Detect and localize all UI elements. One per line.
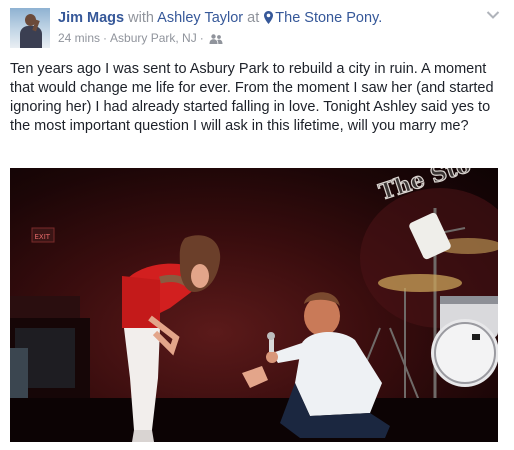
with-text: with <box>128 10 154 26</box>
author-avatar[interactable] <box>10 8 50 48</box>
post-header: Jim Mags with Ashley Taylor at The Stone… <box>10 8 504 52</box>
feed-post: Jim Mags with Ashley Taylor at The Stone… <box>0 0 514 450</box>
friends-icon[interactable] <box>209 34 223 44</box>
exit-sign: EXIT <box>31 227 55 243</box>
author-name-link[interactable]: Jim Mags <box>58 10 124 26</box>
at-text: at <box>247 10 260 26</box>
location-link[interactable]: The Stone Pony. <box>275 10 382 26</box>
post-headline: Jim Mags with Ashley Taylor at The Stone… <box>58 9 382 27</box>
meta-separator: · <box>199 31 204 45</box>
exit-sign-text: EXIT <box>35 233 51 241</box>
meta-separator: · <box>103 31 108 45</box>
proposal-photo[interactable]: The Sto EXIT <box>10 168 498 442</box>
location-pin-icon <box>264 11 274 24</box>
stage-equipment <box>10 296 90 398</box>
place-link[interactable]: Asbury Park, NJ <box>110 31 197 45</box>
post-meta: 24 mins · Asbury Park, NJ · <box>58 30 223 46</box>
tagged-person-link[interactable]: Ashley Taylor <box>157 10 243 26</box>
post-message: Ten years ago I was sent to Asbury Park … <box>10 61 494 134</box>
chevron-down-icon[interactable] <box>486 10 500 20</box>
timestamp-link[interactable]: 24 mins <box>58 31 100 45</box>
